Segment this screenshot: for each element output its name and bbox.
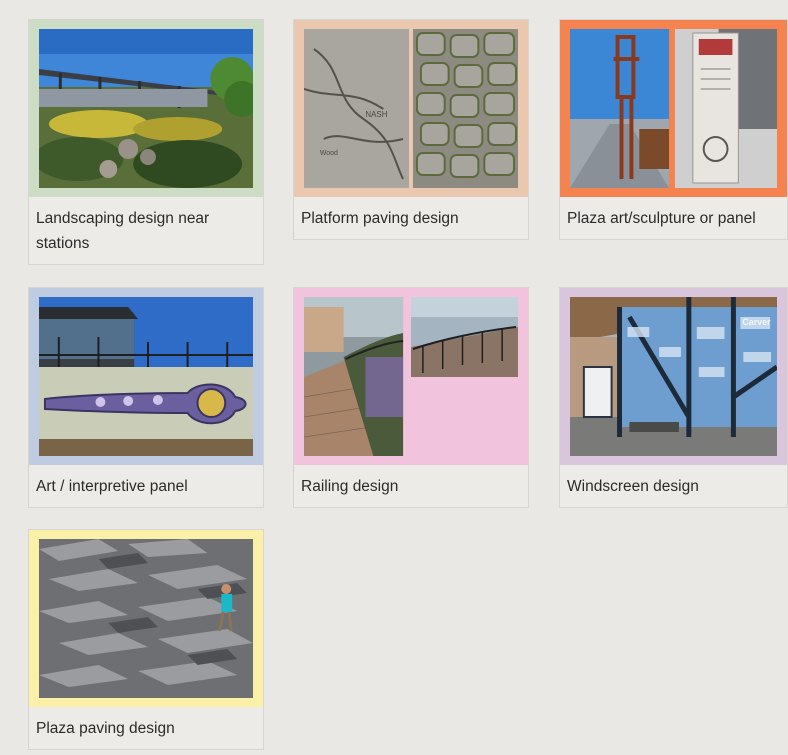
gallery-card-interpretive-panel[interactable]: Art / interpretive panel bbox=[28, 287, 264, 508]
platform-paving-photo: NASH Wood bbox=[304, 29, 518, 188]
image-frame bbox=[29, 288, 263, 465]
gallery-card-windscreen[interactable]: Carver Windscreen design bbox=[559, 287, 788, 508]
card-caption: Landscaping design near stations bbox=[36, 210, 210, 252]
station-landscaping-photo bbox=[39, 29, 253, 188]
image-frame bbox=[29, 20, 263, 197]
image-frame bbox=[560, 20, 787, 197]
image-frame bbox=[294, 288, 528, 465]
card-caption: Plaza art/sculpture or panel bbox=[567, 210, 756, 227]
card-caption: Plaza paving design bbox=[36, 720, 175, 737]
windscreen-photo: Carver bbox=[570, 297, 777, 456]
railing-photo bbox=[304, 297, 518, 456]
design-gallery: Landscaping design near stations NASH Wo… bbox=[0, 0, 788, 755]
image-frame: Carver bbox=[560, 288, 787, 465]
gallery-card-plaza-sculpture[interactable]: Plaza art/sculpture or panel bbox=[559, 19, 788, 240]
gallery-card-landscaping[interactable]: Landscaping design near stations bbox=[28, 19, 264, 265]
gallery-card-plaza-paving[interactable]: Plaza paving design bbox=[28, 529, 264, 750]
gallery-card-platform-paving[interactable]: NASH Wood Platform paving design bbox=[293, 19, 529, 240]
svg-text:Carver: Carver bbox=[742, 317, 771, 327]
image-frame: NASH Wood bbox=[294, 20, 528, 197]
svg-text:NASH: NASH bbox=[365, 110, 387, 119]
plaza-sculpture-photo bbox=[570, 29, 777, 188]
card-caption: Windscreen design bbox=[567, 478, 699, 495]
card-caption: Platform paving design bbox=[301, 210, 459, 227]
card-caption: Art / interpretive panel bbox=[36, 478, 188, 495]
plaza-paving-photo bbox=[39, 539, 253, 698]
card-caption: Railing design bbox=[301, 478, 399, 495]
svg-text:Wood: Wood bbox=[320, 150, 338, 157]
image-frame bbox=[29, 530, 263, 707]
interpretive-panel-photo bbox=[39, 297, 253, 456]
gallery-card-railing[interactable]: Railing design bbox=[293, 287, 529, 508]
